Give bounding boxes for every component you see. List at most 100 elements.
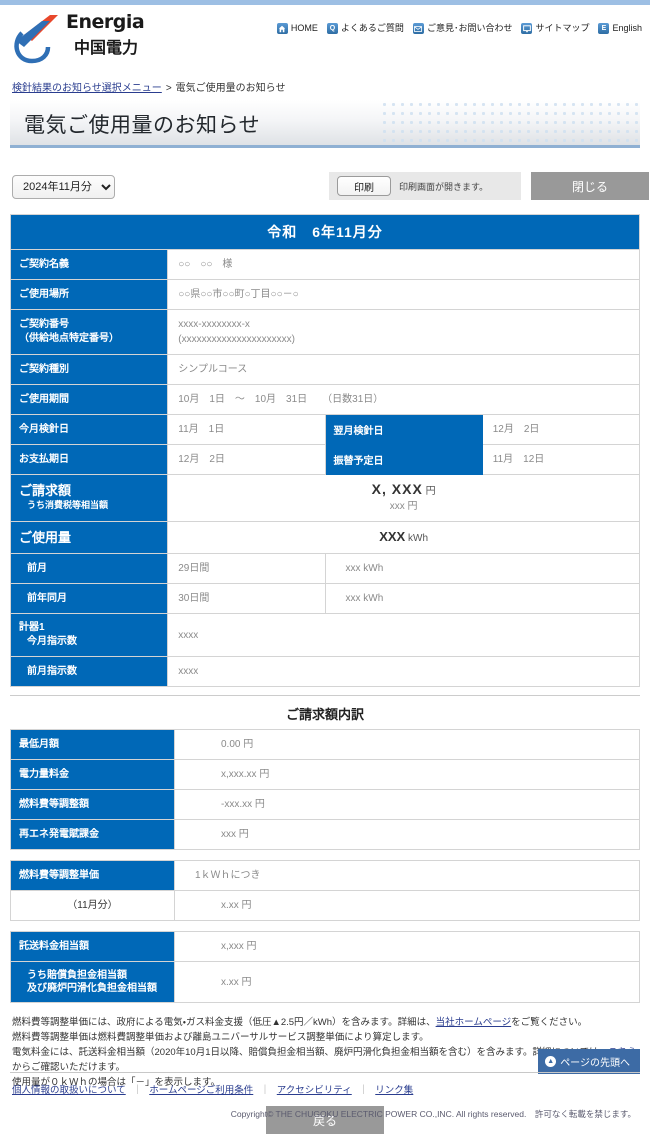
table-row: 前年同月 30日間 xxx kWh <box>11 584 640 614</box>
nav-item-faq[interactable]: Q よくあるご質問 <box>327 23 404 34</box>
logo-brand-jp: 中国電力 <box>74 40 144 58</box>
note-line-2: 燃料費等調整単価は燃料費調整単価および離島ユニバーサルサービス調整単価により算定… <box>12 1030 638 1045</box>
nav-item-english[interactable]: E English <box>598 23 642 34</box>
home-icon <box>277 23 288 34</box>
row-label-contract-name: ご契約名義 <box>11 250 168 280</box>
print-note: 印刷画面が開きます。 <box>399 180 488 193</box>
row-label-transmission-fee: 託送料金相当額 <box>11 932 175 962</box>
row-label-usage-location: ご使用場所 <box>11 280 168 310</box>
table-row: 今月検針日 11月 1日 翌月検針日 12月 2日 <box>11 415 640 445</box>
footer-links: 個人情報の取扱いについて｜ホームページご利用条件｜アクセシビリティ｜リンク集 <box>0 1073 650 1096</box>
site-logo[interactable]: Energia 中国電力 <box>10 9 210 69</box>
table-row: ご使用場所 ○○県○○市○○町○丁目○○－○ <box>11 280 640 310</box>
energia-logo-mark <box>12 13 68 67</box>
page-top-button[interactable]: ▲ ページの先頭へ <box>538 1049 640 1074</box>
nav-label-contact: ご意見･お問い合わせ <box>427 23 513 34</box>
close-button[interactable]: 閉じる <box>531 172 649 200</box>
unit-price-table: 燃料費等調整単価 1ｋＷｈにつき （11月分） x.xx 円 <box>10 860 640 921</box>
row-value-fuel-adjustment: -xxx.xx 円 <box>175 790 640 820</box>
row-label-meter-previous: 前月指示数 <box>11 657 168 687</box>
row-value-usage-location: ○○県○○市○○町○丁目○○－○ <box>168 280 640 310</box>
row-value-next-meter-read-date: 12月 2日 <box>482 415 639 445</box>
row-value-prev-year-days: 30日間 <box>168 584 325 614</box>
row-label-prev-year: 前年同月 <box>11 584 168 614</box>
page-title-band: 電気ご使用量のお知らせ <box>10 100 640 148</box>
breadcrumb-parent-link[interactable]: 検針結果のお知らせ選択メニュー <box>12 83 162 94</box>
pagetop-wrap: ▲ ページの先頭へ <box>538 1049 640 1074</box>
row-label-contract-type: ご契約種別 <box>11 355 168 385</box>
row-value-usage-total: XXX kWh <box>168 522 640 554</box>
row-label-usage-period: ご使用期間 <box>11 385 168 415</box>
meter-label-main: 計器1 <box>19 621 159 635</box>
row-label-contract-number: ご契約番号 （供給地点特定番号） <box>11 310 168 355</box>
table-row: ご使用期間 10月 1日 ～ 10月 31日 （日数31日） <box>11 385 640 415</box>
row-label-payment-due-date: お支払期日 <box>11 445 168 475</box>
charge-amount-line: X, XXX 円 <box>178 482 629 499</box>
row-value-prev-month-usage: xxx kWh <box>325 554 640 584</box>
meter-label-sub: 今月指示数 <box>19 635 159 649</box>
row-value-meter-previous: xxxx <box>168 657 640 687</box>
site-footer: 個人情報の取扱いについて｜ホームページご利用条件｜アクセシビリティ｜リンク集 C… <box>0 1072 650 1120</box>
row-value-contract-number: xxxx-xxxxxxxx-x (xxxxxxxxxxxxxxxxxxxxxx) <box>168 310 640 355</box>
table-row: 燃料費等調整額 -xxx.xx 円 <box>11 790 640 820</box>
row-label-meter-current: 計器1 今月指示数 <box>11 614 168 657</box>
spacer <box>0 921 650 931</box>
row-value-charge-amount: X, XXX 円 xxx 円 <box>168 475 640 522</box>
row-value-prev-month-days: 29日間 <box>168 554 325 584</box>
mail-icon <box>413 23 424 34</box>
logo-text-block: Energia 中国電力 <box>66 12 144 58</box>
row-label-transfer-date: 振替予定日 <box>325 445 482 475</box>
row-label-energy-charge: 電力量料金 <box>11 760 175 790</box>
note-1-text-b: をご覧ください。 <box>511 1017 587 1028</box>
table-row: ご請求額 うち消費税等相当額 X, XXX 円 xxx 円 <box>11 475 640 522</box>
row-value-contract-name: ○○ ○○ 様 <box>168 250 640 280</box>
footer-sep-3: ｜ <box>359 1085 369 1096</box>
period-select[interactable]: 2024年11月分 <box>12 175 115 199</box>
footer-link-terms[interactable]: ホームページご利用条件 <box>149 1085 253 1096</box>
footer-link-privacy[interactable]: 個人情報の取扱いについて <box>12 1085 126 1096</box>
row-value-compensation-burden: x.xx 円 <box>175 962 640 1003</box>
row-value-payment-due-date: 12月 2日 <box>168 445 325 475</box>
copyright-text: Copyright© THE CHUGOKU ELECTRIC POWER CO… <box>0 1096 650 1120</box>
table-row: 再エネ発電賦課金 xxx 円 <box>11 820 640 850</box>
table-row: ご契約種別 シンプルコース <box>11 355 640 385</box>
transmission-table: 託送料金相当額 x,xxx 円 うち賠償負担金相当額 及び廃炉円滑化負担金相当額… <box>10 931 640 1003</box>
title-dot-pattern <box>380 100 640 145</box>
controls-row: 2024年11月分 印刷 印刷画面が開きます。 閉じる <box>10 172 640 214</box>
nav-label-sitemap: サイトマップ <box>535 23 589 34</box>
table-row: 託送料金相当額 x,xxx 円 <box>11 932 640 962</box>
nav-item-sitemap[interactable]: サイトマップ <box>521 23 589 34</box>
usage-unit: kWh <box>408 533 428 544</box>
row-label-renewable-levy: 再エネ発電賦課金 <box>11 820 175 850</box>
table-row: ご契約名義 ○○ ○○ 様 <box>11 250 640 280</box>
table-row: 電力量料金 x,xxx.xx 円 <box>11 760 640 790</box>
row-label-compensation-burden: うち賠償負担金相当額 及び廃炉円滑化負担金相当額 <box>11 962 175 1003</box>
table-row: お支払期日 12月 2日 振替予定日 11月 12日 <box>11 445 640 475</box>
table-row: 燃料費等調整単価 1ｋＷｈにつき <box>11 861 640 891</box>
nav-item-contact[interactable]: ご意見･お問い合わせ <box>413 23 513 34</box>
print-button[interactable]: 印刷 <box>337 176 391 196</box>
note-line-1: 燃料費等調整単価には、政府による電気・ガス料金支援（低圧▲2.5円／kWh）を含… <box>12 1015 638 1030</box>
charge-tax: xxx <box>390 501 405 512</box>
bill-caption-row: 令和 6年11月分 <box>11 215 640 250</box>
row-value-meter-read-date: 11月 1日 <box>168 415 325 445</box>
charge-label-main: ご請求額 <box>19 484 183 498</box>
table-row: うち賠償負担金相当額 及び廃炉円滑化負担金相当額 x.xx 円 <box>11 962 640 1003</box>
footer-link-accessibility[interactable]: アクセシビリティ <box>277 1085 352 1096</box>
footer-link-links[interactable]: リンク集 <box>375 1085 413 1096</box>
breakdown-title: ご請求額内訳 <box>0 702 650 729</box>
row-value-meter-current: xxxx <box>168 614 640 657</box>
row-label-next-meter-read-date: 翌月検針日 <box>325 415 482 445</box>
charge-label-sub: うち消費税等相当額 <box>19 498 159 512</box>
table-row: ご使用量 XXX kWh <box>11 522 640 554</box>
row-label-fuel-unit-month: （11月分） <box>11 891 175 921</box>
row-value-usage-period: 10月 1日 ～ 10月 31日 （日数31日） <box>168 385 640 415</box>
row-value-prev-year-usage: xxx kWh <box>325 584 640 614</box>
site-header: Energia 中国電力 HOME Q よくあるご質問 ご意見･お問い合わせ <box>0 5 650 73</box>
company-homepage-link[interactable]: 当社ホームページ <box>436 1017 512 1028</box>
row-label-fuel-adjustment: 燃料費等調整額 <box>11 790 175 820</box>
note-1-text-a: 燃料費等調整単価には、政府による電気・ガス料金支援（低圧▲2.5円／kWh）を含… <box>12 1017 436 1028</box>
table-row: ご契約番号 （供給地点特定番号） xxxx-xxxxxxxx-x (xxxxxx… <box>11 310 640 355</box>
breakdown-table: 最低月額 0.00 円 電力量料金 x,xxx.xx 円 燃料費等調整額 -xx… <box>10 729 640 850</box>
nav-item-home[interactable]: HOME <box>277 23 318 34</box>
